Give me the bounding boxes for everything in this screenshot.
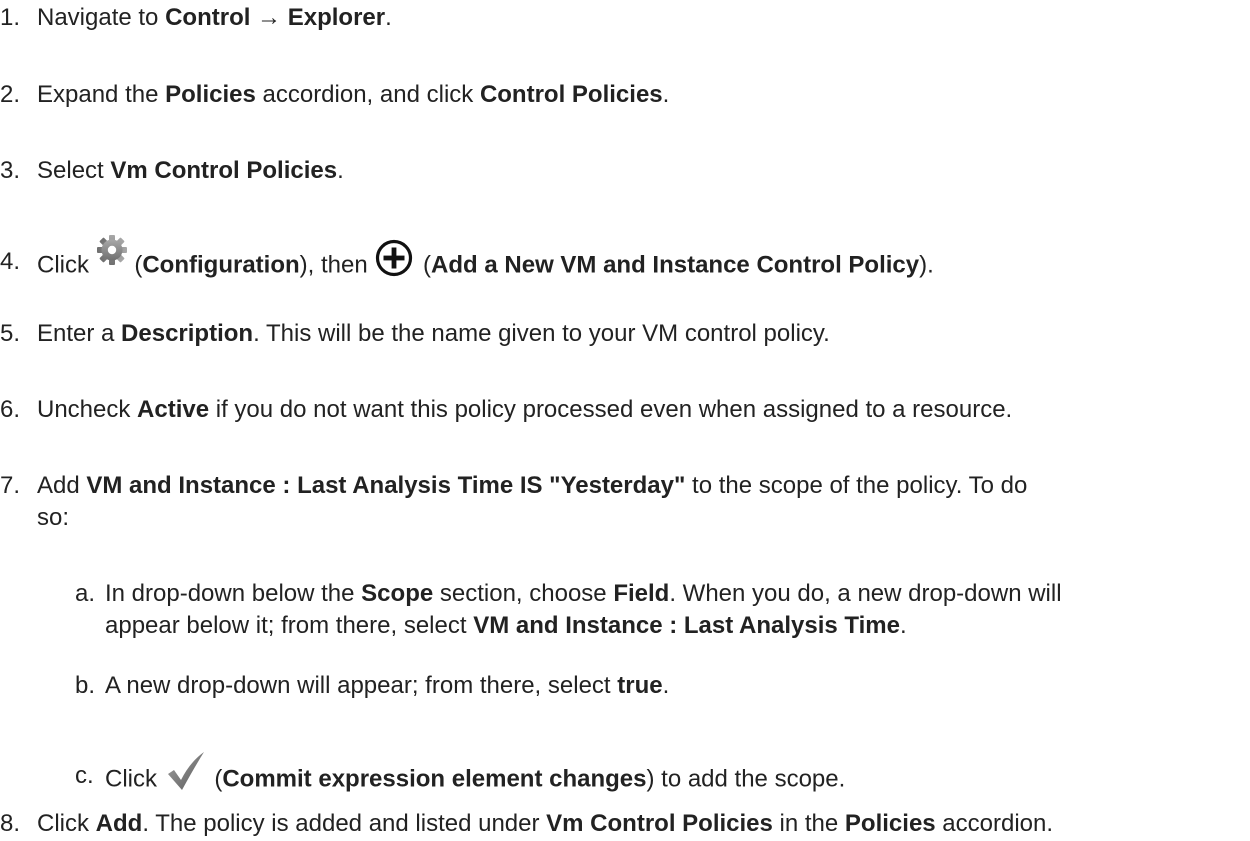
- step-text-part: Add: [37, 472, 87, 499]
- step-bold-term: Vm Control Policies: [546, 810, 773, 837]
- substep-letter: b.: [75, 672, 96, 699]
- step-text-part: ), then: [299, 251, 375, 279]
- step-number: 8.: [0, 810, 21, 837]
- step-text-part: →: [250, 4, 288, 31]
- step-text-part: .: [385, 4, 392, 31]
- step-text-part: Click: [37, 810, 96, 837]
- step-text-part: accordion.: [935, 810, 1054, 837]
- substep-letter: a.: [75, 580, 96, 607]
- step-text-part: section, choose: [433, 580, 614, 607]
- step-text-part: .: [899, 612, 907, 639]
- step-bold-term: Configuration: [142, 251, 300, 279]
- step-bold-term: Commit expression element changes: [222, 765, 647, 793]
- step-bold-term: Add: [95, 810, 143, 837]
- step-text-part: accordion, and click: [255, 81, 480, 108]
- step-text-part: Navigate to: [37, 4, 166, 31]
- substep-text: A new drop-down will appear; from there,…: [105, 670, 1245, 702]
- step-bold-term: Description: [121, 320, 254, 347]
- step-text-part: in the: [772, 810, 845, 837]
- step-number: 7.: [0, 472, 21, 499]
- step-text-part: .: [662, 672, 670, 699]
- step-number: 4.: [0, 248, 21, 275]
- step-text-part: ) to add the scope.: [646, 765, 846, 793]
- step-bold-term: Policies: [165, 81, 256, 108]
- step-text-part: so:: [37, 504, 70, 531]
- step-text: Click Add. The policy is added and liste…: [37, 808, 1053, 840]
- step-number: 6.: [0, 396, 21, 423]
- step-text-part: to the scope of the policy. To do: [685, 472, 1028, 499]
- step-bold-term: Add a New VM and Instance Control Policy: [431, 251, 920, 279]
- step-text-part: .: [337, 157, 344, 184]
- substep-text: In drop-down below the Scope section, ch…: [105, 578, 1245, 610]
- step-text: Add VM and Instance : Last Analysis Time…: [37, 470, 1027, 502]
- step-text: Select Vm Control Policies.: [37, 155, 344, 187]
- step-text-part: .: [662, 81, 670, 108]
- step-text-part: . The policy is added and listed under: [142, 810, 547, 837]
- step-text-part: Uncheck: [37, 396, 138, 423]
- step-text-part: A new drop-down will appear; from there,…: [105, 672, 618, 699]
- substep-text: Click (Commit expression element changes…: [105, 752, 1245, 800]
- step-text-part: Click: [105, 765, 164, 793]
- step-text: Uncheck Active if you do not want this p…: [37, 394, 1012, 426]
- step-text-part: Click: [37, 251, 96, 279]
- step-text: Expand the Policies accordion, and click…: [37, 79, 669, 111]
- step-text-part: (: [207, 765, 223, 793]
- step-bold-term: Policies: [844, 810, 936, 837]
- step-bold-term: Vm Control Policies: [110, 157, 338, 184]
- checkmark-icon: [164, 750, 208, 790]
- step-number: 5.: [0, 320, 21, 347]
- step-number: 3.: [0, 157, 21, 184]
- step-text-part: . This will be the name given to your VM…: [253, 320, 830, 347]
- step-text-part: ).: [919, 251, 934, 279]
- step-text: Enter a Description. This will be the na…: [37, 318, 830, 350]
- step-bold-term: VM and Instance : Last Analysis Time IS …: [86, 472, 686, 499]
- step-text-part: Select: [37, 157, 111, 184]
- step-text-part: appear below it; from there, select: [105, 612, 474, 639]
- gear-icon: [96, 234, 128, 274]
- gear-icon: [96, 235, 127, 265]
- step-text: Navigate to Control → Explorer.: [37, 2, 392, 34]
- step-text-part: . When you do, a new drop-down will: [669, 580, 1062, 607]
- substep-letter: c.: [75, 762, 94, 789]
- step-bold-term: VM and Instance : Last Analysis Time: [473, 612, 900, 639]
- step-text-part: (: [127, 251, 143, 279]
- substep-text: appear below it; from there, select VM a…: [105, 610, 1245, 642]
- step-text-part: Enter a: [37, 320, 122, 347]
- step-text-part: if you do not want this policy processed…: [209, 396, 1013, 423]
- add-circle-icon: [376, 239, 413, 277]
- step-bold-term: true: [617, 672, 663, 699]
- step-bold-term: Explorer: [287, 4, 386, 31]
- step-bold-term: Control Policies: [479, 81, 663, 108]
- step-bold-term: Scope: [361, 580, 434, 607]
- add-circle-icon: [374, 238, 416, 278]
- step-bold-term: Control: [165, 4, 251, 31]
- step-bold-term: Active: [137, 396, 210, 423]
- step-text: Click (Configuration), then (Add a New V…: [37, 235, 934, 286]
- checkmark-icon: [167, 752, 204, 790]
- step-text-part: Expand the: [37, 81, 166, 108]
- step-bold-term: Field: [613, 580, 670, 607]
- step-text-part: (: [416, 251, 432, 279]
- step-number: 2.: [0, 81, 21, 108]
- step-text-part: In drop-down below the: [105, 580, 362, 607]
- step-number: 1.: [0, 4, 21, 31]
